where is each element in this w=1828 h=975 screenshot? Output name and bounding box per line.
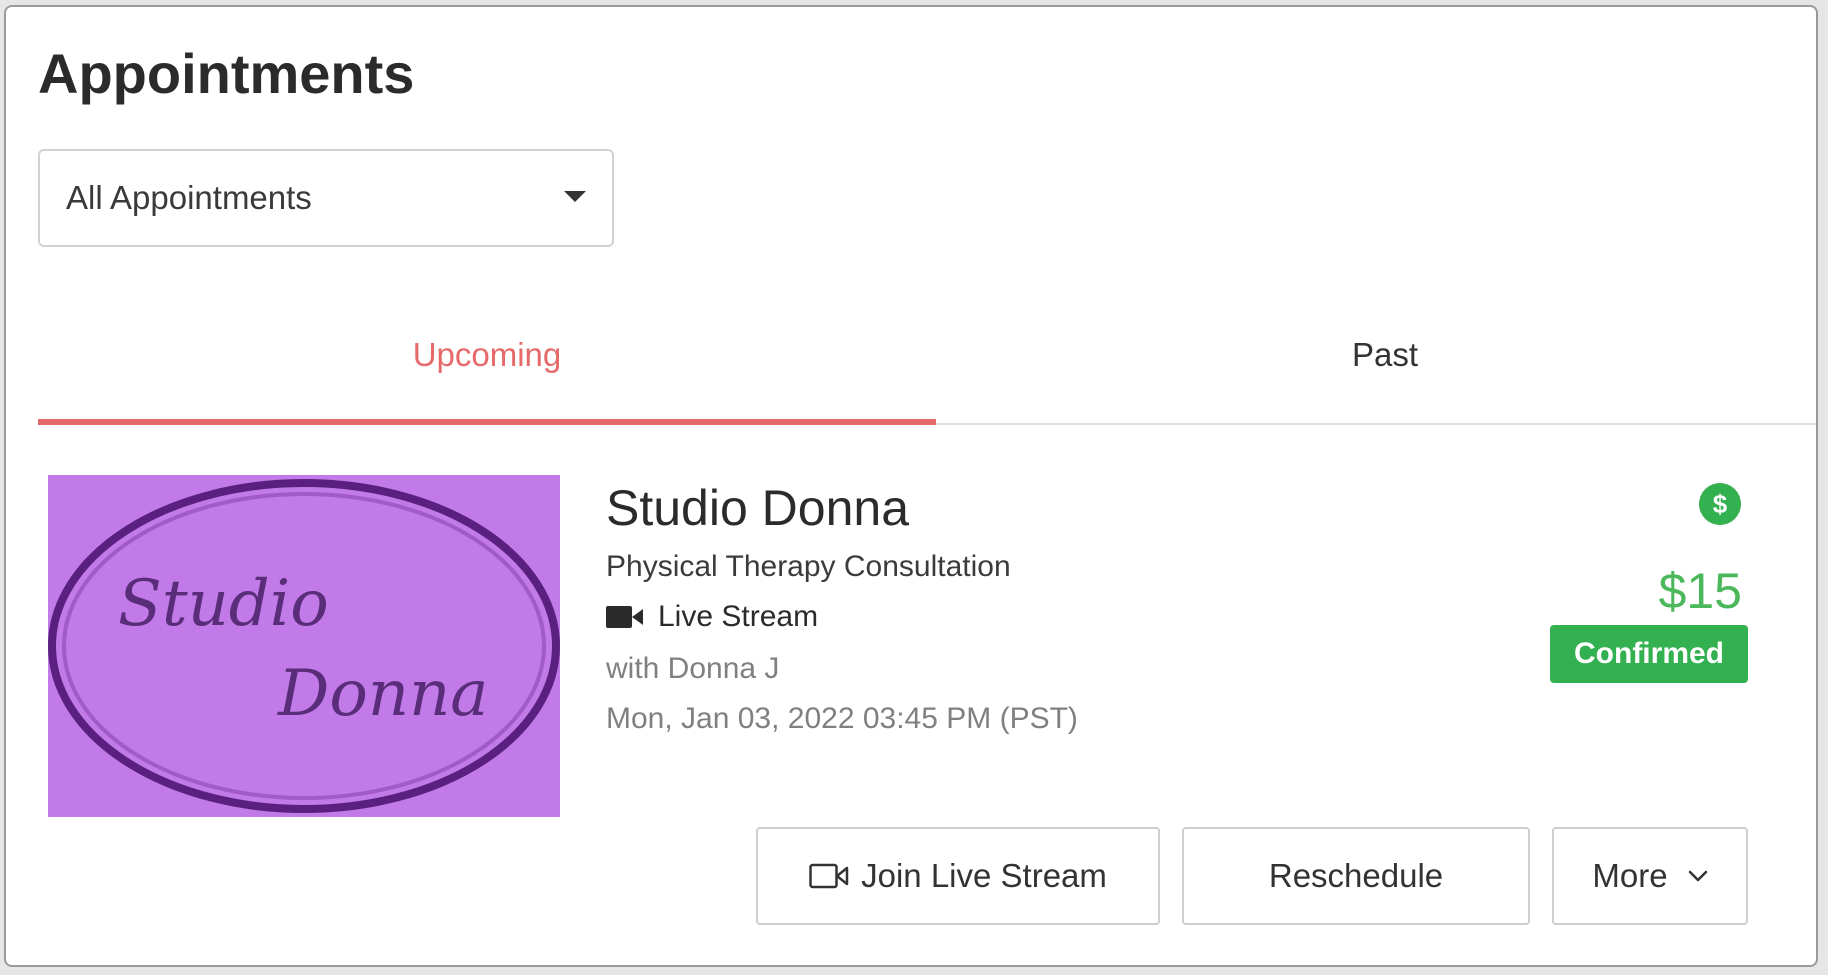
video-camera-outline-icon — [809, 863, 849, 889]
status-badge: Confirmed — [1550, 625, 1748, 683]
join-live-stream-button[interactable]: Join Live Stream — [756, 827, 1160, 925]
svg-text:$: $ — [1713, 489, 1728, 519]
thumbnail-text-donna: Donna — [277, 657, 488, 731]
business-thumbnail: Studio Donna — [48, 475, 560, 817]
price: $15 — [1658, 563, 1742, 619]
thumbnail-text-studio: Studio — [118, 567, 329, 641]
filter-selected-value: All Appointments — [66, 179, 312, 216]
reschedule-label: Reschedule — [1268, 857, 1444, 894]
join-live-stream-label: Join Live Stream — [861, 857, 1107, 894]
appointment-tabs: Upcoming Past — [38, 303, 1816, 425]
appointment-mode: Live Stream — [606, 597, 818, 637]
reschedule-button[interactable]: Reschedule — [1182, 827, 1530, 925]
mode-label: Live Stream — [658, 600, 819, 633]
chevron-down-icon — [1688, 870, 1707, 882]
caret-down-icon — [564, 191, 586, 202]
appointments-filter-select[interactable]: All Appointments — [38, 149, 614, 247]
video-camera-icon — [606, 606, 643, 628]
service-name: Physical Therapy Consultation — [606, 550, 1011, 583]
more-label: More — [1592, 857, 1668, 894]
page-title: Appointments — [38, 42, 415, 105]
appointments-card: Appointments All Appointments Upcoming P… — [4, 5, 1818, 967]
dollar-circle-icon: $ — [1699, 483, 1741, 525]
staff-name: with Donna J — [606, 652, 780, 685]
tab-past[interactable]: Past — [936, 303, 1816, 423]
tab-upcoming[interactable]: Upcoming — [38, 303, 936, 425]
more-button[interactable]: More — [1552, 827, 1748, 925]
business-name[interactable]: Studio Donna — [606, 475, 909, 541]
appointment-datetime: Mon, Jan 03, 2022 03:45 PM (PST) — [606, 702, 1078, 735]
